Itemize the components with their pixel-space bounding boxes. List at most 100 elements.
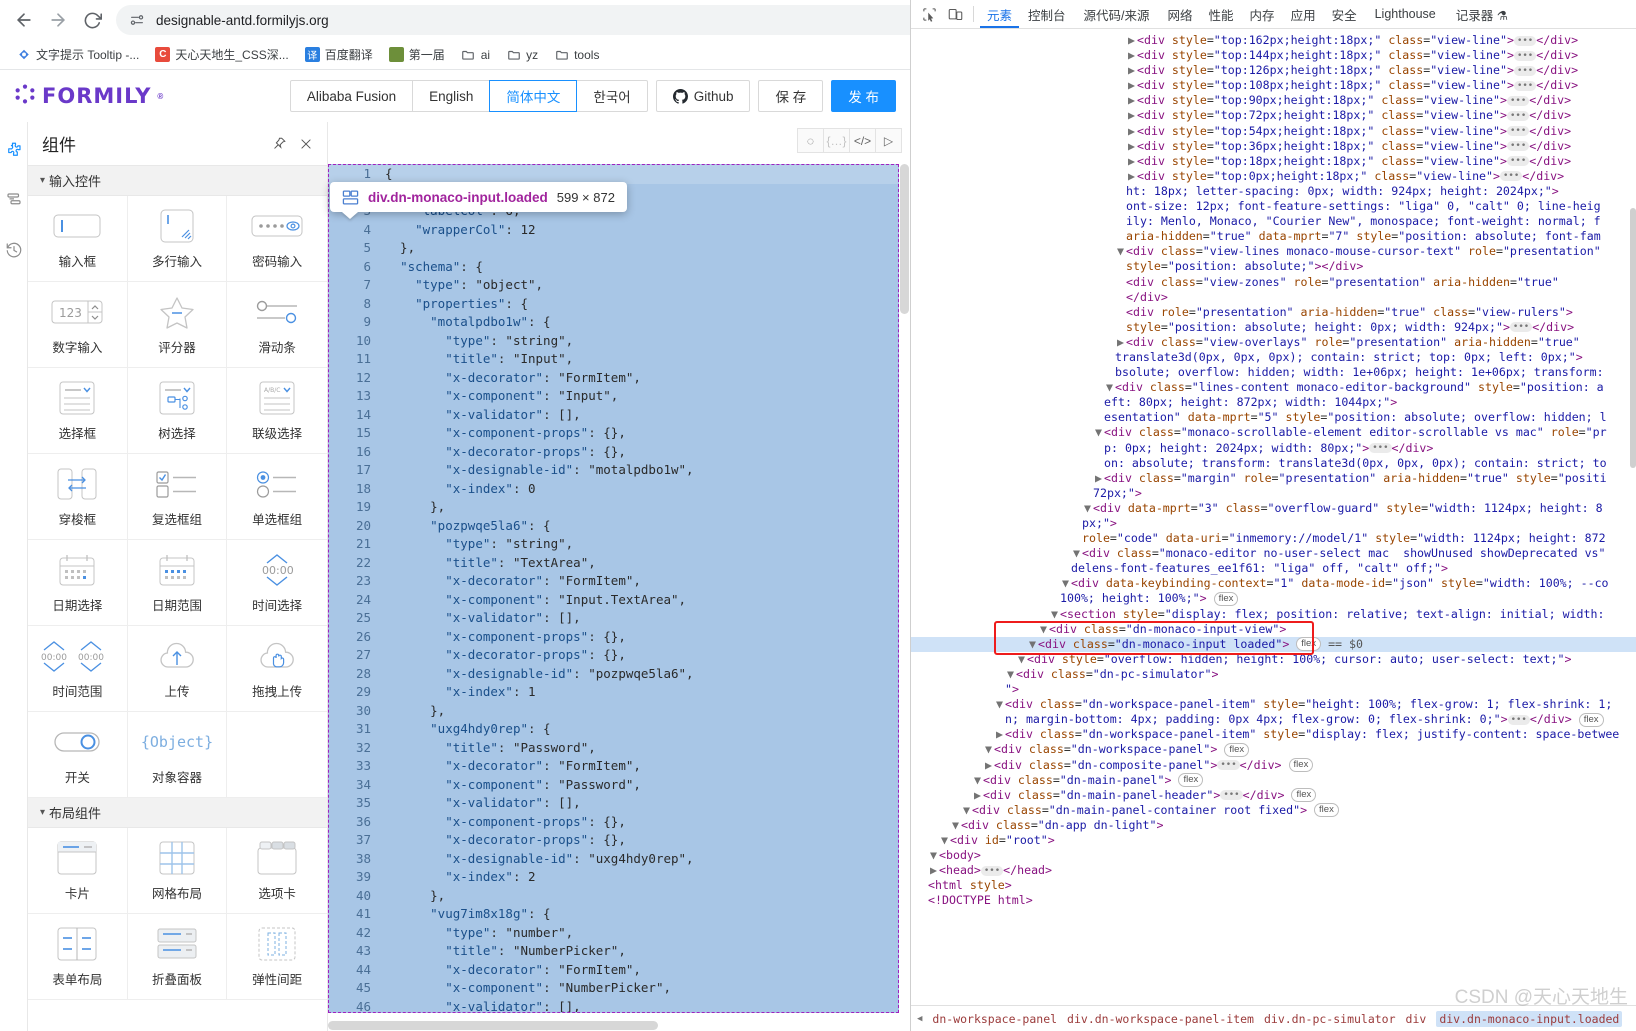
disclosure-triangle-icon[interactable]: ▼ — [1051, 607, 1060, 622]
dom-node[interactable]: ▶ <div style="top:90px;height:18px;" clas… — [911, 93, 1636, 108]
dom-node[interactable]: ▼ <div class="dn-monaco-input-view"> — [911, 622, 1636, 637]
disclosure-triangle-icon[interactable]: ▶ — [974, 788, 983, 803]
dom-node[interactable]: ▼ <div id="root"> — [911, 833, 1636, 848]
disclosure-triangle-icon[interactable]: ▼ — [1007, 667, 1016, 682]
dom-node[interactable]: delens-font-features_ee1f61: "liga" off,… — [911, 561, 1636, 576]
github-button[interactable]: Github — [655, 80, 751, 112]
dom-node[interactable]: ▶ <head> ••• </head> — [911, 863, 1636, 878]
component-item-checkbox-group[interactable]: 复选框组 — [127, 454, 228, 540]
disclosure-triangle-icon[interactable]: ▶ — [1128, 78, 1137, 93]
dom-node[interactable]: ▼ <div style="overflow: hidden; height: 1… — [911, 652, 1636, 667]
inspect-element-icon[interactable] — [917, 2, 941, 26]
component-item-object-container[interactable]: {Object} 对象容器 — [127, 712, 228, 798]
dom-node-selected[interactable]: ▼ <div class="dn-monaco-input loaded"> fl… — [911, 636, 1636, 652]
code-button[interactable]: </> — [849, 128, 876, 153]
dom-node[interactable]: ▼ <div class="view-lines monaco-mouse-cur… — [911, 244, 1636, 259]
dom-node[interactable]: 72px;"> — [911, 486, 1636, 501]
component-item-tabs[interactable]: 选项卡 — [227, 828, 327, 914]
disclosure-triangle-icon[interactable]: ▼ — [930, 848, 939, 863]
lang-button-simplified-chinese[interactable]: 简体中文 — [489, 80, 578, 112]
disclosure-triangle-icon[interactable]: ▶ — [1117, 335, 1126, 350]
dom-node[interactable]: <html style> — [911, 878, 1636, 893]
tab-sources[interactable]: 源代码/来源 — [1075, 0, 1159, 28]
dom-node[interactable]: ▼ <body> — [911, 848, 1636, 863]
disclosure-triangle-icon[interactable]: ▼ — [1117, 244, 1126, 259]
theme-button[interactable]: ◌ — [797, 128, 824, 153]
disclosure-triangle-icon[interactable]: ▼ — [1018, 652, 1027, 667]
disclosure-triangle-icon[interactable]: ▼ — [1084, 501, 1093, 516]
disclosure-triangle-icon[interactable]: ▶ — [1095, 471, 1104, 486]
component-item-card[interactable]: 卡片 — [28, 828, 128, 914]
disclosure-triangle-icon[interactable]: ▼ — [1106, 380, 1115, 395]
disclosure-triangle-icon[interactable]: ▶ — [996, 727, 1005, 742]
editor-horizontal-scrollbar[interactable] — [328, 1020, 899, 1031]
puzzle-icon[interactable] — [4, 140, 24, 160]
back-arrow-icon[interactable] — [8, 4, 40, 36]
dom-tree[interactable]: ▶ <div style="top:162px;height:18px;" cla… — [911, 29, 1636, 1005]
dom-node[interactable]: translate3d(0px, 0px, 0px); contain: str… — [911, 350, 1636, 365]
disclosure-triangle-icon[interactable]: ▶ — [930, 863, 939, 878]
tab-network[interactable]: 网络 — [1161, 0, 1200, 28]
disclosure-triangle-icon[interactable]: ▼ — [963, 803, 972, 818]
scrollbar-thumb[interactable] — [900, 164, 909, 314]
run-button[interactable]: ▷ — [875, 128, 902, 153]
disclosure-triangle-icon[interactable]: ▼ — [996, 697, 1005, 712]
devtools-vertical-scrollbar[interactable] — [1630, 58, 1636, 979]
dom-node[interactable]: ▶ <div style="top:108px;height:18px;" cla… — [911, 78, 1636, 93]
component-item-switch[interactable]: 开关 — [28, 712, 128, 798]
disclosure-triangle-icon[interactable]: ▼ — [1029, 637, 1038, 652]
component-item-rate[interactable]: 评分器 — [127, 282, 228, 368]
format-json-button[interactable]: {…} — [823, 128, 850, 153]
breadcrumb-item-selected[interactable]: div.dn-monaco-input.loaded — [1436, 1010, 1623, 1027]
dom-node[interactable]: ▼ <div class="monaco-scrollable-element e… — [911, 425, 1636, 440]
disclosure-triangle-icon[interactable]: ▼ — [985, 742, 994, 757]
editor-vertical-scrollbar[interactable] — [899, 164, 910, 1013]
dom-node[interactable]: ▶ <div style="top:0px;height:18px;" class… — [911, 169, 1636, 184]
disclosure-triangle-icon[interactable]: ▶ — [985, 758, 994, 773]
dom-node[interactable]: ▼ <div data-mprt="3" class="overflow-guar… — [911, 501, 1636, 516]
component-item-time-range[interactable]: 00:00 00:00 时间范围 — [28, 626, 128, 712]
disclosure-triangle-icon[interactable]: ▼ — [1095, 425, 1104, 440]
tab-memory[interactable]: 内存 — [1243, 0, 1282, 28]
device-toolbar-icon[interactable] — [943, 2, 967, 26]
disclosure-triangle-icon[interactable]: ▼ — [974, 773, 983, 788]
site-settings-icon[interactable] — [128, 11, 146, 29]
dom-node[interactable]: ▼ <div class="monaco-editor no-user-selec… — [911, 546, 1636, 561]
breadcrumb-item[interactable]: div.dn-pc-simulator — [1264, 1012, 1396, 1026]
lang-button-alibaba-fusion[interactable]: Alibaba Fusion — [289, 80, 414, 112]
component-item-datepicker[interactable]: 日期选择 — [28, 540, 128, 626]
disclosure-triangle-icon[interactable]: ▼ — [1073, 546, 1082, 561]
outline-icon[interactable] — [4, 190, 24, 210]
breadcrumb-scroll-left-icon[interactable]: ◀ — [917, 1014, 922, 1024]
component-item-cascader[interactable]: A/B/C 联级选择 — [227, 368, 327, 454]
bookmark-folder[interactable]: ai — [455, 44, 496, 65]
scrollbar-thumb[interactable] — [1630, 208, 1636, 468]
component-item-date-range[interactable]: 日期范围 — [127, 540, 228, 626]
tab-elements[interactable]: 元素 — [980, 0, 1019, 28]
history-icon[interactable] — [4, 240, 24, 260]
pin-icon[interactable] — [272, 136, 287, 151]
dom-node[interactable]: px;"> — [911, 516, 1636, 531]
bookmark-item[interactable]: C 天心天地生_CSS深... — [149, 43, 294, 66]
breadcrumb-item[interactable]: div.dn-workspace-panel-item — [1067, 1012, 1254, 1026]
bookmark-item[interactable]: 译 百度翻译 — [299, 43, 379, 66]
save-button[interactable]: 保 存 — [758, 80, 824, 112]
component-item-tree-select[interactable]: 树选择 — [127, 368, 228, 454]
group-header-input-controls[interactable]: ▾ 输入控件 — [28, 166, 327, 196]
tab-performance[interactable]: 性能 — [1202, 0, 1241, 28]
disclosure-triangle-icon[interactable]: ▶ — [1128, 154, 1137, 169]
dom-node[interactable]: ▶ <div class="dn-workspace-panel-item" st… — [911, 727, 1636, 742]
bookmark-item[interactable]: 文字提示 Tooltip -... — [10, 43, 145, 66]
dom-node[interactable]: ▶ <div class="margin" role="presentation"… — [911, 471, 1636, 486]
component-item-select[interactable]: 选择框 — [28, 368, 128, 454]
dom-node[interactable]: esentation" data-mprt="5" style="positio… — [911, 410, 1636, 425]
dom-node[interactable]: style="position: absolute;"></div> — [911, 259, 1636, 274]
disclosure-triangle-icon[interactable]: ▶ — [1128, 93, 1137, 108]
dom-node[interactable]: bsolute; overflow: hidden; width: 1e+06p… — [911, 365, 1636, 380]
disclosure-triangle-icon[interactable]: ▶ — [1128, 139, 1137, 154]
component-item-input[interactable]: 输入框 — [28, 196, 128, 282]
bookmark-folder[interactable]: yz — [500, 44, 544, 65]
disclosure-triangle-icon[interactable]: ▼ — [1040, 622, 1049, 637]
component-item-textarea[interactable]: 多行输入 — [127, 196, 228, 282]
component-item-password[interactable]: 密码输入 — [227, 196, 327, 282]
